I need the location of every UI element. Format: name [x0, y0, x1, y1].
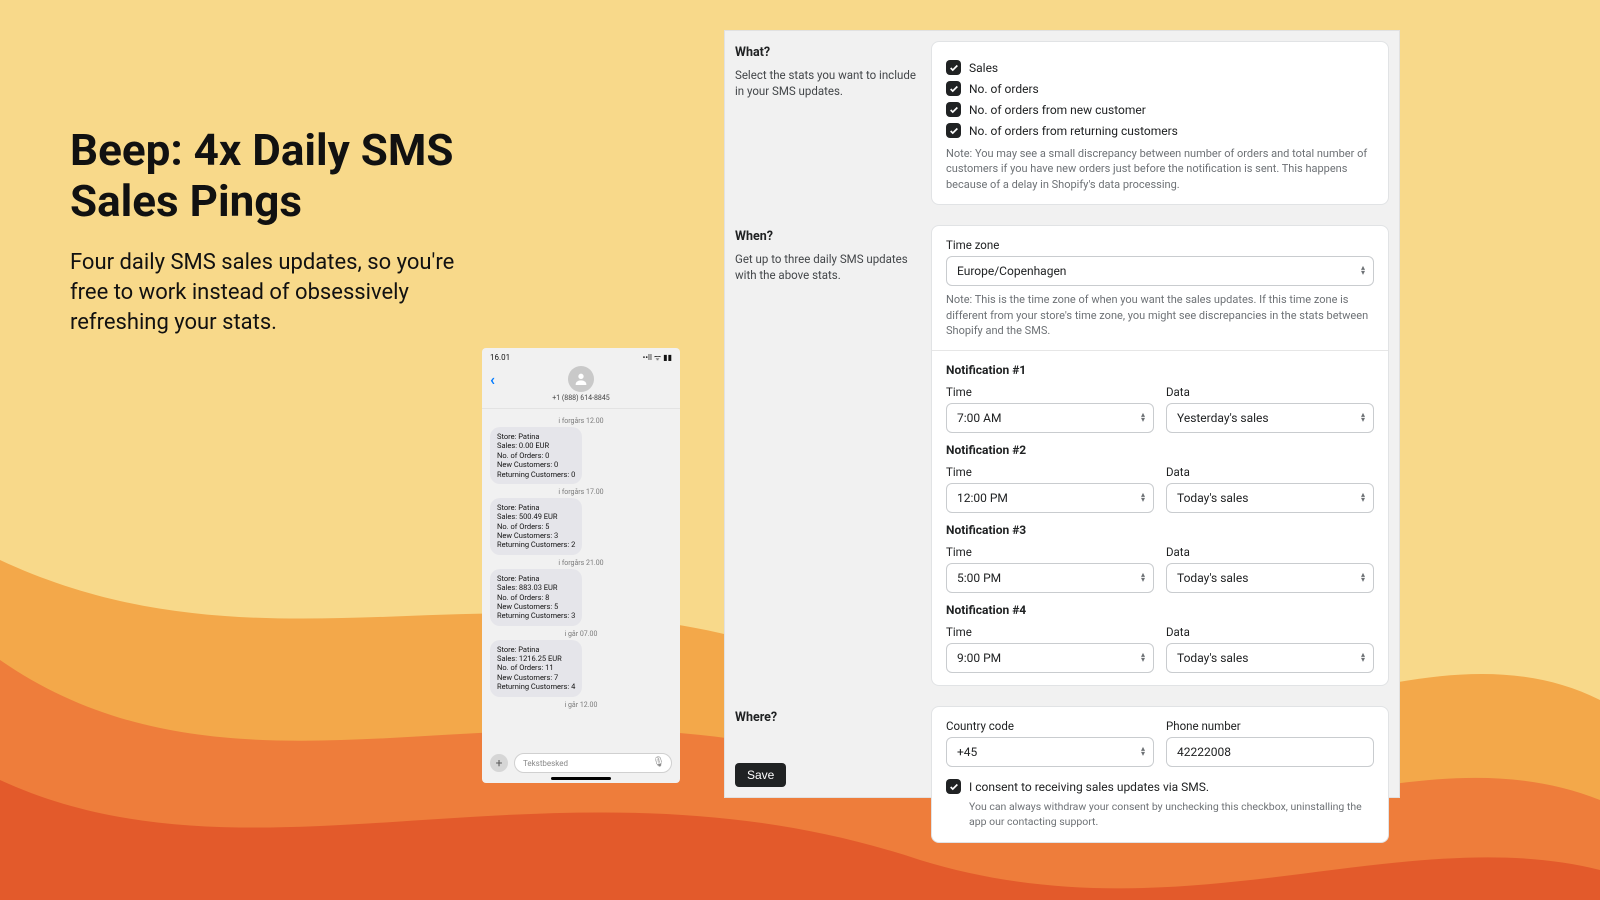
- notification-heading: Notification #3: [946, 523, 1374, 537]
- data-label: Data: [1166, 545, 1374, 559]
- notification-heading: Notification #4: [946, 603, 1374, 617]
- section-when: When? Get up to three daily SMS updates …: [725, 215, 1399, 696]
- chevron-updown-icon: ▴▾: [1141, 414, 1145, 424]
- hero-subtitle: Four daily SMS sales updates, so you're …: [70, 248, 490, 337]
- chevron-updown-icon: ▴▾: [1141, 494, 1145, 504]
- stat-label: No. of orders from new customer: [969, 103, 1146, 117]
- phone-label: Phone number: [1166, 719, 1374, 733]
- time-label: Time: [946, 465, 1154, 479]
- time-select[interactable]: 12:00 PM▴▾: [946, 483, 1154, 513]
- chevron-updown-icon: ▴▾: [1141, 574, 1145, 584]
- chevron-updown-icon: ▴▾: [1361, 414, 1365, 424]
- data-select[interactable]: Today's sales▴▾: [1166, 563, 1374, 593]
- tz-note: Note: This is the time zone of when you …: [946, 292, 1374, 338]
- section-where: Where? Country code +45 ▴▾ Phone number …: [725, 696, 1399, 852]
- section-help: Select the stats you want to include in …: [735, 68, 917, 99]
- data-select[interactable]: Yesterday's sales▴▾: [1166, 403, 1374, 433]
- stat-label: Sales: [969, 61, 998, 75]
- section-help: Get up to three daily SMS updates with t…: [735, 252, 917, 283]
- chevron-updown-icon: ▴▾: [1361, 574, 1365, 584]
- stat-label: No. of orders: [969, 82, 1039, 96]
- save-button[interactable]: Save: [735, 763, 786, 787]
- time-select[interactable]: 9:00 PM▴▾: [946, 643, 1154, 673]
- time-divider: i går 07.00: [490, 630, 672, 638]
- stat-checkbox[interactable]: [946, 102, 961, 117]
- chevron-updown-icon: ▴▾: [1141, 748, 1145, 758]
- stat-checkbox[interactable]: [946, 81, 961, 96]
- sms-bubble: Store: PatinaSales: 883.03 EURNo. of Ord…: [490, 569, 582, 626]
- section-title: When?: [735, 229, 917, 244]
- time-label: Time: [946, 385, 1154, 399]
- phone-input[interactable]: 42222008: [1166, 737, 1374, 767]
- data-select[interactable]: Today's sales▴▾: [1166, 643, 1374, 673]
- sms-bubble: Store: PatinaSales: 500.49 EURNo. of Ord…: [490, 498, 582, 555]
- time-select[interactable]: 5:00 PM▴▾: [946, 563, 1154, 593]
- settings-panel: What? Select the stats you want to inclu…: [724, 30, 1400, 798]
- time-divider: i forgårs 12.00: [490, 417, 672, 425]
- message-input[interactable]: Tekstbesked 🎙: [514, 753, 672, 773]
- chevron-updown-icon: ▴▾: [1361, 654, 1365, 664]
- consent-label: I consent to receiving sales updates via…: [969, 780, 1209, 794]
- contact-number: +1 (888) 614-8845: [482, 394, 680, 402]
- hero-title: Beep: 4x Daily SMS Sales Pings: [70, 125, 490, 226]
- chevron-updown-icon: ▴▾: [1361, 266, 1365, 276]
- mic-icon[interactable]: 🎙: [652, 757, 665, 768]
- time-divider: i forgårs 21.00: [490, 559, 672, 567]
- data-select[interactable]: Today's sales▴▾: [1166, 483, 1374, 513]
- message-thread: i forgårs 12.00 Store: PatinaSales: 0.00 …: [482, 409, 680, 749]
- stat-checkbox[interactable]: [946, 123, 961, 138]
- home-indicator: [551, 777, 611, 780]
- hero-block: Beep: 4x Daily SMS Sales Pings Four dail…: [70, 125, 490, 337]
- chevron-updown-icon: ▴▾: [1361, 494, 1365, 504]
- section-title: Where?: [735, 710, 917, 725]
- back-icon[interactable]: ‹: [490, 370, 495, 389]
- consent-checkbox[interactable]: [946, 779, 961, 794]
- notification-heading: Notification #1: [946, 363, 1374, 377]
- stat-label: No. of orders from returning customers: [969, 124, 1178, 138]
- what-note: Note: You may see a small discrepancy be…: [946, 146, 1374, 192]
- avatar: [568, 366, 594, 392]
- status-icons: ••ll ᯤ ▮▮: [643, 352, 672, 363]
- attach-button[interactable]: +: [490, 754, 508, 772]
- sms-bubble: Store: PatinaSales: 1216.25 EURNo. of Or…: [490, 640, 582, 697]
- time-divider: i går 12.00: [490, 701, 672, 709]
- data-label: Data: [1166, 385, 1374, 399]
- time-divider: i forgårs 17.00: [490, 488, 672, 496]
- sms-bubble: Store: PatinaSales: 0.00 EURNo. of Order…: [490, 427, 582, 484]
- status-time: 16.01: [490, 353, 510, 362]
- data-label: Data: [1166, 465, 1374, 479]
- notification-heading: Notification #2: [946, 443, 1374, 457]
- section-title: What?: [735, 45, 917, 60]
- time-select[interactable]: 7:00 AM▴▾: [946, 403, 1154, 433]
- consent-sub: You can always withdraw your consent by …: [969, 800, 1374, 829]
- stat-checkbox[interactable]: [946, 60, 961, 75]
- tz-label: Time zone: [946, 238, 1374, 252]
- data-label: Data: [1166, 625, 1374, 639]
- time-label: Time: [946, 545, 1154, 559]
- time-label: Time: [946, 625, 1154, 639]
- cc-label: Country code: [946, 719, 1154, 733]
- country-code-select[interactable]: +45 ▴▾: [946, 737, 1154, 767]
- section-what: What? Select the stats you want to inclu…: [725, 31, 1399, 215]
- phone-mockup: 16.01 ••ll ᯤ ▮▮ ‹ +1 (888) 614-8845 i fo…: [482, 348, 680, 783]
- timezone-select[interactable]: Europe/Copenhagen ▴▾: [946, 256, 1374, 286]
- chevron-updown-icon: ▴▾: [1141, 654, 1145, 664]
